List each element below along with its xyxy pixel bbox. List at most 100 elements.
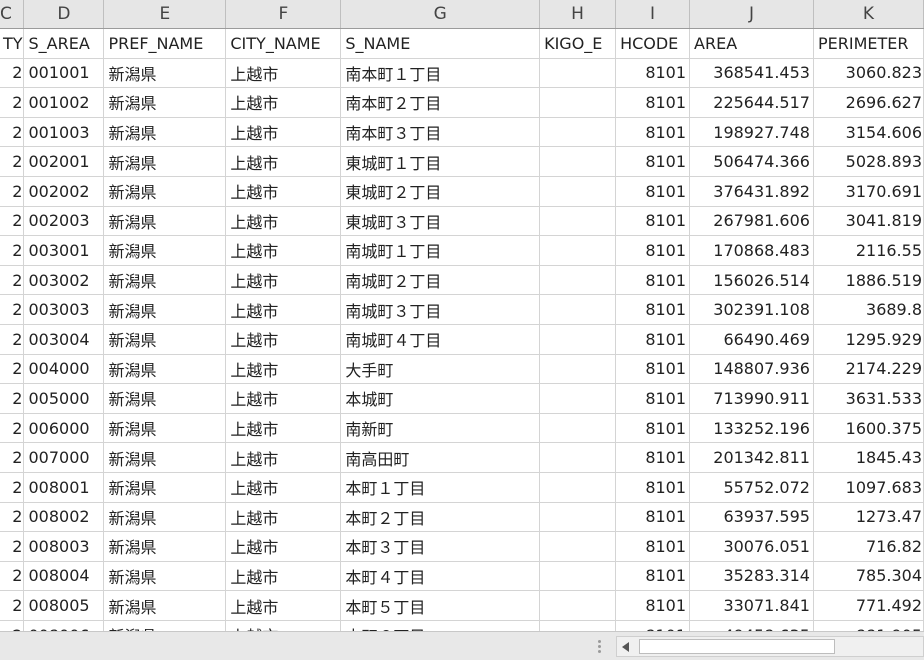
cell-e[interactable]: 新潟県 [103, 117, 227, 148]
cell-h[interactable] [539, 146, 617, 177]
cell-c[interactable]: 2 [0, 235, 25, 266]
cell-c[interactable]: 2 [0, 561, 25, 592]
cell-i[interactable]: 8101 [615, 265, 691, 296]
column-header-g[interactable]: G [340, 0, 541, 29]
column-header-i[interactable]: I [615, 0, 691, 29]
column-header-c[interactable]: C [0, 0, 25, 29]
cell-g[interactable]: 本町６丁目 [340, 620, 541, 631]
cell-e-header[interactable]: PREF_NAME [103, 28, 227, 59]
cell-d[interactable]: 006000 [23, 413, 105, 444]
cell-d[interactable]: 008005 [23, 590, 105, 621]
cell-k[interactable]: 1600.375 [813, 413, 924, 444]
cell-g[interactable]: 南本町１丁目 [340, 58, 541, 89]
cell-d[interactable]: 002002 [23, 176, 105, 207]
cell-f[interactable]: 上越市 [225, 413, 342, 444]
cell-i[interactable]: 8101 [615, 324, 691, 355]
cell-j[interactable]: 33071.841 [689, 590, 814, 621]
cell-k[interactable]: 2116.55 [813, 235, 924, 266]
cell-e[interactable]: 新潟県 [103, 265, 227, 296]
cell-d[interactable]: 003004 [23, 324, 105, 355]
cell-c[interactable]: 2 [0, 502, 25, 533]
cell-e[interactable]: 新潟県 [103, 502, 227, 533]
cell-d[interactable]: 008002 [23, 502, 105, 533]
cell-e[interactable]: 新潟県 [103, 442, 227, 473]
cell-e[interactable]: 新潟県 [103, 324, 227, 355]
cell-j-header[interactable]: AREA [689, 28, 814, 59]
cell-f[interactable]: 上越市 [225, 442, 342, 473]
cell-i[interactable]: 8101 [615, 472, 691, 503]
cell-h[interactable] [539, 531, 617, 562]
cell-h[interactable] [539, 354, 617, 385]
cell-i[interactable]: 8101 [615, 413, 691, 444]
cell-j[interactable]: 376431.892 [689, 176, 814, 207]
cell-e[interactable]: 新潟県 [103, 561, 227, 592]
cell-k[interactable]: 771.492 [813, 590, 924, 621]
cell-h[interactable] [539, 324, 617, 355]
cell-h[interactable] [539, 87, 617, 118]
cell-i[interactable]: 8101 [615, 502, 691, 533]
cell-g[interactable]: 東城町３丁目 [340, 206, 541, 237]
cell-f[interactable]: 上越市 [225, 294, 342, 325]
cell-k-header[interactable]: PERIMETER [813, 28, 924, 59]
cell-e[interactable]: 新潟県 [103, 590, 227, 621]
cell-h[interactable] [539, 442, 617, 473]
cell-f[interactable]: 上越市 [225, 235, 342, 266]
cell-f[interactable]: 上越市 [225, 590, 342, 621]
cell-h[interactable] [539, 472, 617, 503]
cell-k[interactable]: 3631.533 [813, 383, 924, 414]
cell-c[interactable]: 2 [0, 87, 25, 118]
cell-e[interactable]: 新潟県 [103, 235, 227, 266]
cell-c[interactable]: 2 [0, 58, 25, 89]
cell-k[interactable]: 1295.929 [813, 324, 924, 355]
cell-g[interactable]: 南本町２丁目 [340, 87, 541, 118]
cell-d[interactable]: 008001 [23, 472, 105, 503]
cell-d[interactable]: 001002 [23, 87, 105, 118]
cell-f[interactable]: 上越市 [225, 531, 342, 562]
cell-k[interactable]: 5028.893 [813, 146, 924, 177]
cell-j[interactable]: 713990.911 [689, 383, 814, 414]
cell-j[interactable]: 506474.366 [689, 146, 814, 177]
column-header-h[interactable]: H [539, 0, 617, 29]
cell-c[interactable]: 2 [0, 413, 25, 444]
cell-j[interactable]: 201342.811 [689, 442, 814, 473]
cell-k[interactable]: 3041.819 [813, 206, 924, 237]
cell-e[interactable]: 新潟県 [103, 383, 227, 414]
cell-e[interactable]: 新潟県 [103, 58, 227, 89]
cell-e[interactable]: 新潟県 [103, 146, 227, 177]
cell-c[interactable]: 2 [0, 531, 25, 562]
cell-g[interactable]: 本町３丁目 [340, 531, 541, 562]
cell-d[interactable]: 003002 [23, 265, 105, 296]
cell-d-header[interactable]: S_AREA [23, 28, 105, 59]
cell-g[interactable]: 南城町４丁目 [340, 324, 541, 355]
cell-e[interactable]: 新潟県 [103, 472, 227, 503]
cell-j[interactable]: 198927.748 [689, 117, 814, 148]
cell-h[interactable] [539, 265, 617, 296]
cell-c[interactable]: 2 [0, 442, 25, 473]
cell-e[interactable]: 新潟県 [103, 294, 227, 325]
column-header-d[interactable]: D [23, 0, 105, 29]
cell-g[interactable]: 本町２丁目 [340, 502, 541, 533]
cell-f[interactable]: 上越市 [225, 58, 342, 89]
cell-f[interactable]: 上越市 [225, 265, 342, 296]
cell-k[interactable]: 3689.8 [813, 294, 924, 325]
cell-k[interactable]: 1273.47 [813, 502, 924, 533]
cell-c[interactable]: 2 [0, 590, 25, 621]
cell-i[interactable]: 8101 [615, 561, 691, 592]
cell-e[interactable]: 新潟県 [103, 620, 227, 631]
cell-g[interactable]: 南新町 [340, 413, 541, 444]
cell-f[interactable]: 上越市 [225, 206, 342, 237]
column-header-e[interactable]: E [103, 0, 227, 29]
cell-i[interactable]: 8101 [615, 383, 691, 414]
cell-f[interactable]: 上越市 [225, 87, 342, 118]
cell-e[interactable]: 新潟県 [103, 206, 227, 237]
cell-e[interactable]: 新潟県 [103, 176, 227, 207]
cell-i[interactable]: 8101 [615, 354, 691, 385]
scroll-thumb[interactable] [639, 639, 835, 654]
cell-h[interactable] [539, 502, 617, 533]
cell-e[interactable]: 新潟県 [103, 413, 227, 444]
cell-d[interactable]: 001003 [23, 117, 105, 148]
cell-j[interactable]: 55752.072 [689, 472, 814, 503]
cell-d[interactable]: 001001 [23, 58, 105, 89]
cell-i[interactable]: 8101 [615, 620, 691, 631]
cell-f[interactable]: 上越市 [225, 324, 342, 355]
